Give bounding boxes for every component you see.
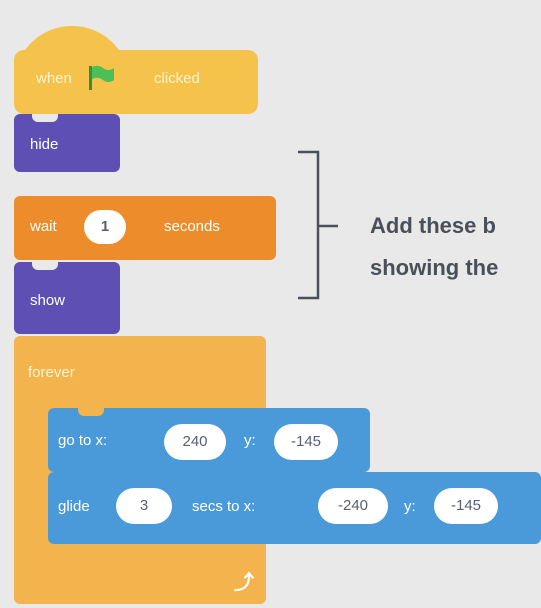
forever-label: forever	[28, 364, 75, 381]
callout-bracket	[298, 150, 338, 300]
wait-seconds-input[interactable]: 1	[84, 210, 126, 244]
go-to-x-label: go to x:	[58, 432, 108, 449]
callout-line-1: Add these b	[370, 213, 496, 238]
secs-to-x-label: secs to x:	[192, 498, 256, 515]
block-notch	[78, 408, 104, 416]
glide-y-input[interactable]: -145	[434, 488, 498, 524]
clicked-label: clicked	[154, 70, 200, 87]
green-flag-icon	[86, 64, 116, 96]
hide-block[interactable]: hide	[14, 114, 120, 172]
glide-label: glide	[58, 498, 90, 515]
callout-line-2: showing the	[370, 255, 499, 280]
block-notch	[32, 114, 58, 122]
go-to-y-input[interactable]: -145	[274, 424, 338, 460]
go-to-x-input[interactable]: 240	[164, 424, 226, 460]
glide-block[interactable]: glide 3 secs to x: -240 y: -145	[48, 472, 541, 544]
hide-label: hide	[30, 136, 59, 153]
wait-label: wait	[30, 218, 57, 235]
show-label: show	[30, 292, 66, 309]
go-to-y-label: y:	[244, 432, 256, 449]
when-label: when	[36, 70, 72, 87]
glide-y-label: y:	[404, 498, 416, 515]
block-notch	[32, 262, 58, 270]
when-flag-clicked-block[interactable]: when clicked	[14, 50, 258, 114]
go-to-xy-block[interactable]: go to x: 240 y: -145	[48, 408, 370, 472]
seconds-label: seconds	[164, 218, 220, 235]
loop-arrow-icon: ⤴	[234, 572, 254, 594]
show-block[interactable]: show	[14, 262, 120, 334]
glide-secs-input[interactable]: 3	[116, 488, 172, 524]
wait-block[interactable]: wait 1 seconds	[14, 196, 276, 260]
glide-x-input[interactable]: -240	[318, 488, 388, 524]
